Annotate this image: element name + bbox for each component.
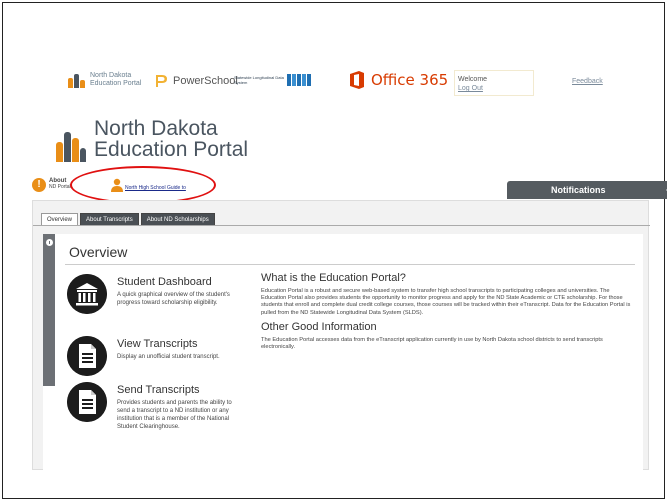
partner-logo-bar: North Dakota Education Portal PowerSchoo… <box>68 70 628 98</box>
notifications-bar[interactable]: Notifications <box>507 181 667 199</box>
slds-link[interactable]: Statewide Longitudinal Data System <box>234 74 311 86</box>
info-badge-icon: ! <box>32 178 46 192</box>
document-send-icon <box>67 382 107 422</box>
tab-divider <box>33 225 650 226</box>
slds-bars-icon <box>287 74 311 86</box>
nd-portal-logo[interactable]: North Dakota Education Portal <box>56 118 248 162</box>
family-logo-icon <box>56 126 86 162</box>
powerschool-link[interactable]: PowerSchool <box>154 74 238 88</box>
nd-portal-small-logo[interactable]: North Dakota Education Portal <box>68 72 141 88</box>
person-icon <box>111 178 123 192</box>
family-icon <box>68 72 86 88</box>
info-icon <box>46 239 53 246</box>
overview-divider <box>65 264 635 265</box>
powerschool-icon <box>156 75 167 87</box>
logout-link[interactable]: Log Out <box>458 84 483 93</box>
office365-link[interactable]: Office 365 <box>349 70 448 90</box>
content-panel: Overview About Transcripts About ND Scho… <box>32 200 650 471</box>
side-info-strip[interactable] <box>43 234 55 386</box>
about-portal-text[interactable]: About ND Portal <box>49 178 71 190</box>
overview-title: Overview <box>69 244 128 260</box>
what-is-portal-text: Education Portal is a robust and secure … <box>261 288 631 316</box>
portal-info: What is the Education Portal? Education … <box>261 272 635 355</box>
nd-portal-small-text: North Dakota Education Portal <box>90 72 142 87</box>
feedback-link[interactable]: Feedback <box>572 78 603 85</box>
overview-content: Overview Student Dashboard A quick graph… <box>43 234 643 471</box>
office-icon <box>350 71 364 89</box>
portal-title: North Dakota Education Portal <box>94 117 249 161</box>
document-icon <box>67 336 107 376</box>
other-info-heading: Other Good Information <box>261 320 377 333</box>
what-is-portal-heading: What is the Education Portal? <box>261 272 406 284</box>
welcome-area: Welcome Log Out <box>458 76 488 93</box>
bank-icon <box>67 274 107 314</box>
guide-link[interactable]: North High School Guide to <box>125 185 186 191</box>
other-info-text: The Education Portal accesses data from … <box>261 336 603 351</box>
about-row: ! About ND Portal North High School Guid… <box>32 166 667 204</box>
